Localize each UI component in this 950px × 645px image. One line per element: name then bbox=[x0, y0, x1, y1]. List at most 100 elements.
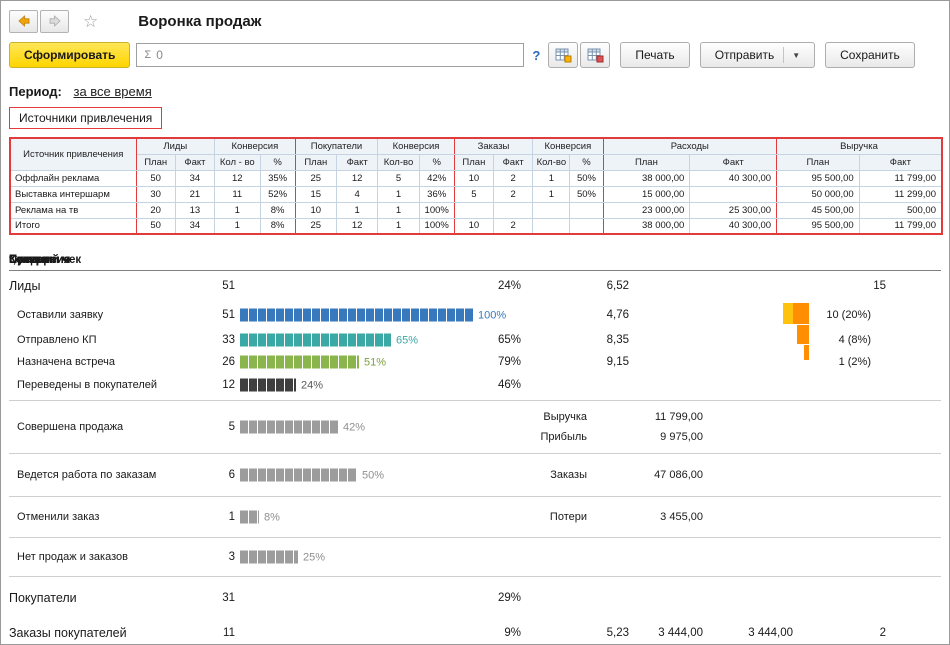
table-cell[interactable]: 2 bbox=[492, 217, 534, 235]
table-cell[interactable]: 50 bbox=[135, 169, 176, 187]
table-cell[interactable]: 15 000,00 bbox=[602, 185, 691, 203]
funnel-row[interactable]: Ведется работа по заказам 6 50% Заказы 47 08… bbox=[9, 457, 941, 493]
save-button[interactable]: Сохранить bbox=[825, 42, 915, 68]
table-cell[interactable]: 1 bbox=[532, 185, 571, 203]
table-cell[interactable] bbox=[532, 217, 571, 235]
funnel-row[interactable]: Совершена продажа 5 42% Выручка 11 799,00 При… bbox=[9, 404, 941, 450]
table-cell[interactable]: 4 bbox=[335, 185, 379, 203]
table-cell[interactable]: 1 bbox=[214, 201, 261, 219]
table-cell[interactable]: 100% bbox=[418, 201, 455, 219]
table-cell[interactable]: 95 500,00 bbox=[776, 169, 860, 187]
group-header: Расходы bbox=[602, 137, 778, 155]
table-cell[interactable]: 50% bbox=[569, 169, 604, 187]
table-cell[interactable]: 50 000,00 bbox=[776, 185, 860, 203]
table-cell[interactable]: 1 bbox=[377, 185, 420, 203]
table-cell[interactable] bbox=[532, 201, 571, 219]
funnel-bar: 8% bbox=[240, 510, 280, 524]
sources-table[interactable]: Источник привлечения Лиды Конверсия Покупат… bbox=[9, 137, 943, 235]
table-cell[interactable]: 2 bbox=[492, 185, 534, 203]
table-cell[interactable]: 21 bbox=[174, 185, 216, 203]
table-cell[interactable] bbox=[689, 185, 778, 203]
table-cell[interactable]: 5 bbox=[377, 169, 420, 187]
table-cell[interactable]: 35% bbox=[259, 169, 296, 187]
table-cell[interactable]: 95 500,00 bbox=[776, 217, 860, 235]
table-cell[interactable]: 100% bbox=[418, 217, 455, 235]
separator bbox=[9, 576, 941, 577]
funnel-row[interactable]: Лиды 51 24% 6,52 15 bbox=[9, 271, 941, 301]
table-cell[interactable] bbox=[492, 201, 534, 219]
table-cell[interactable] bbox=[569, 201, 604, 219]
favorite-star-icon[interactable]: ☆ bbox=[83, 13, 98, 30]
table-cell[interactable]: 5 bbox=[453, 185, 495, 203]
table-cell[interactable]: 10 bbox=[453, 169, 495, 187]
funnel-row[interactable]: Нет продаж и заказов 3 25% bbox=[9, 541, 941, 573]
table-cell[interactable]: 8% bbox=[259, 217, 296, 235]
funnel-row[interactable]: Переведены в покупателей 12 24% 46% bbox=[9, 373, 941, 397]
table-cell[interactable]: 40 300,00 bbox=[689, 169, 778, 187]
table-cell[interactable]: 34 bbox=[174, 217, 216, 235]
table-cell[interactable]: 20 bbox=[135, 201, 176, 219]
sum-label: Выручка bbox=[543, 411, 587, 423]
sum-input[interactable]: Σ 0 bbox=[136, 43, 525, 67]
table-cell[interactable]: 15 bbox=[294, 185, 337, 203]
table-cell[interactable]: 1 bbox=[335, 201, 379, 219]
table-cell[interactable]: 34 bbox=[174, 169, 216, 187]
table-cell[interactable]: 30 bbox=[135, 185, 176, 203]
group-header: Лиды bbox=[135, 137, 216, 155]
separator bbox=[9, 453, 941, 454]
table-cell[interactable]: 52% bbox=[259, 185, 296, 203]
table-cell[interactable]: 36% bbox=[418, 185, 455, 203]
report-settings-button[interactable] bbox=[580, 42, 611, 68]
table-cell[interactable]: Реклама на тв bbox=[9, 201, 137, 219]
table-cell[interactable]: 23 000,00 bbox=[602, 201, 691, 219]
table-cell[interactable]: 50 bbox=[135, 217, 176, 235]
table-cell[interactable]: 25 bbox=[294, 217, 337, 235]
print-button[interactable]: Печать bbox=[620, 42, 690, 68]
table-cell[interactable]: 25 300,00 bbox=[689, 201, 778, 219]
generate-button[interactable]: Сформировать bbox=[9, 42, 131, 68]
table-cell[interactable]: 1 bbox=[214, 217, 261, 235]
back-button[interactable] bbox=[9, 9, 38, 33]
table-cell[interactable]: 11 299,00 bbox=[858, 185, 943, 203]
table-cell[interactable]: Оффлайн реклама bbox=[9, 169, 137, 187]
table-cell[interactable]: 50% bbox=[569, 185, 604, 203]
sources-section-cell[interactable]: Источники привлечения bbox=[9, 107, 163, 129]
table-cell[interactable]: 12 bbox=[214, 169, 261, 187]
source-column-header: Источник привлечения bbox=[9, 137, 137, 171]
funnel-row[interactable]: Покупатели 31 29% bbox=[9, 580, 941, 616]
bar-segmented bbox=[240, 550, 298, 564]
funnel-row[interactable]: Отменили заказ 1 8% Потери 3 455,00 bbox=[9, 500, 941, 534]
table-cell[interactable]: 8% bbox=[259, 201, 296, 219]
table-cell[interactable]: 13 bbox=[174, 201, 216, 219]
table-cell[interactable]: 10 bbox=[294, 201, 337, 219]
table-cell[interactable]: Итого bbox=[9, 217, 137, 235]
table-cell[interactable]: 11 799,00 bbox=[858, 217, 943, 235]
table-cell[interactable]: 1 bbox=[532, 169, 571, 187]
table-cell[interactable]: 38 000,00 bbox=[602, 217, 691, 235]
table-cell[interactable]: 38 000,00 bbox=[602, 169, 691, 187]
period-value-link[interactable]: за все время bbox=[73, 84, 151, 99]
table-cell[interactable] bbox=[569, 217, 604, 235]
funnel-state-label: Покупатели bbox=[9, 591, 77, 605]
help-link[interactable]: ? bbox=[532, 48, 540, 63]
table-cell[interactable]: 10 bbox=[453, 217, 495, 235]
table-cell[interactable]: 2 bbox=[492, 169, 534, 187]
table-cell[interactable]: Выставка интершарм bbox=[9, 185, 137, 203]
funnel-state-label: Ведется работа по заказам bbox=[17, 469, 157, 481]
funnel-row[interactable]: Заказы покупателей 11 9% 5,23 3 444,00 3 444,… bbox=[9, 616, 941, 644]
table-cell[interactable]: 12 bbox=[335, 169, 379, 187]
table-cell[interactable]: 1 bbox=[377, 217, 420, 235]
forward-button[interactable] bbox=[40, 9, 69, 33]
table-cell[interactable]: 45 500,00 bbox=[776, 201, 860, 219]
table-cell[interactable] bbox=[453, 201, 495, 219]
send-button[interactable]: Отправить ▼ bbox=[699, 42, 816, 68]
table-cell[interactable]: 42% bbox=[418, 169, 455, 187]
table-cell[interactable]: 25 bbox=[294, 169, 337, 187]
table-cell[interactable]: 11 bbox=[214, 185, 261, 203]
table-cell[interactable]: 500,00 bbox=[858, 201, 943, 219]
table-cell[interactable]: 40 300,00 bbox=[689, 217, 778, 235]
table-cell[interactable]: 12 bbox=[335, 217, 379, 235]
table-cell[interactable]: 11 799,00 bbox=[858, 169, 943, 187]
report-variant-button[interactable] bbox=[548, 42, 579, 68]
table-cell[interactable]: 1 bbox=[377, 201, 420, 219]
